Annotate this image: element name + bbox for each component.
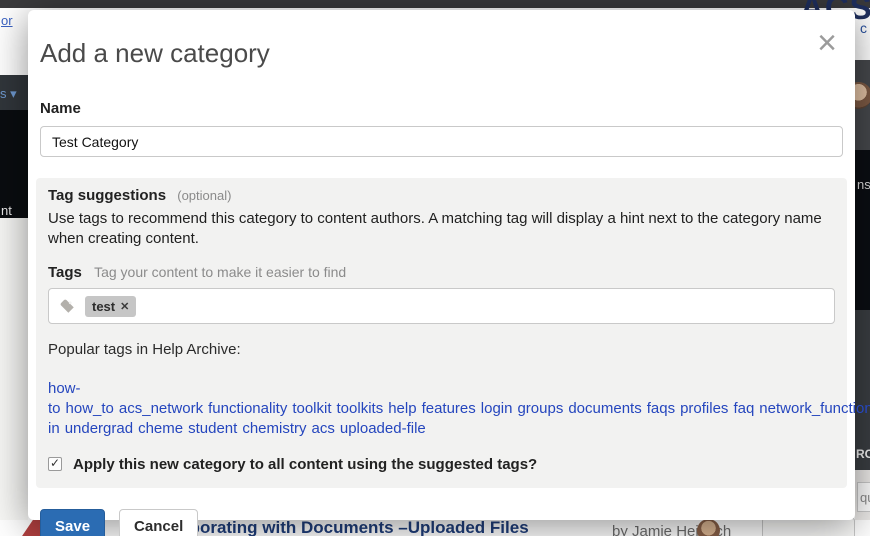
page-top-bar: [0, 0, 870, 8]
popular-tag-link[interactable]: how_to: [66, 400, 114, 417]
acs-logo-tagline-fragment: c: [860, 20, 867, 36]
popular-tag-link[interactable]: features: [422, 400, 476, 417]
popular-tag-link[interactable]: help: [388, 400, 416, 417]
page-hero-fragment-left: [0, 110, 28, 218]
tags-label: Tags: [48, 264, 82, 281]
tags-label-row: Tags Tag your content to make it easier …: [48, 264, 835, 281]
tags-input[interactable]: test ✕: [48, 288, 835, 324]
name-label: Name: [40, 100, 843, 117]
popular-tag-link[interactable]: functionality: [208, 400, 287, 417]
apply-checkbox-label: Apply this new category to all content u…: [73, 456, 537, 473]
header-link-fragment[interactable]: or: [1, 13, 13, 28]
popular-tag-link[interactable]: cheme: [138, 420, 183, 437]
popular-tag-link[interactable]: groups: [517, 400, 563, 417]
popular-tag-link[interactable]: toolkits: [337, 400, 384, 417]
tags-hint: Tag your content to make it easier to fi…: [94, 264, 346, 280]
tag-chip-label: test: [92, 299, 115, 314]
add-category-modal: × Add a new category Name Tag suggestion…: [28, 10, 855, 520]
tag-suggestions-heading-row: Tag suggestions (optional): [48, 187, 835, 204]
tag-chip[interactable]: test ✕: [85, 296, 136, 317]
tag-chip-list: test ✕: [85, 296, 136, 317]
search-input-text-fragment: qu: [860, 490, 870, 505]
popular-tags-heading: Popular tags in Help Archive:: [48, 341, 835, 358]
popular-tags-list: how-tohow_toacs_networkfunctionalitytool…: [48, 379, 835, 439]
apply-checkbox-row: Apply this new category to all content u…: [48, 456, 835, 473]
save-button[interactable]: Save: [40, 509, 105, 536]
page-band-fragment-right-3: [855, 310, 870, 470]
nav-dropdown-fragment[interactable]: s ▾: [0, 86, 17, 102]
popular-tag-link[interactable]: acs_network: [119, 400, 203, 417]
popular-tag-link[interactable]: faq: [733, 400, 754, 417]
page-body-fragment-left: [0, 218, 28, 536]
tag-icon: [58, 297, 76, 315]
category-name-input[interactable]: [40, 126, 843, 157]
page-band-fragment-right-2: [855, 150, 870, 310]
popular-tag-link[interactable]: profiles: [680, 400, 728, 417]
hero-text-fragment-right: ns: [857, 177, 870, 192]
popular-tag-link[interactable]: uploaded-file: [340, 420, 426, 437]
hero-text-fragment-left: nt: [1, 203, 12, 218]
popular-tag-link[interactable]: network_functionality: [759, 400, 870, 417]
optional-label: (optional): [177, 188, 231, 203]
popular-tag-link[interactable]: toolkit: [292, 400, 331, 417]
popular-tag-link[interactable]: student: [188, 420, 237, 437]
popular-tag-link[interactable]: login: [481, 400, 513, 417]
popular-tag-link[interactable]: faqs: [647, 400, 675, 417]
apply-checkbox[interactable]: [48, 457, 62, 471]
close-icon[interactable]: ×: [817, 30, 837, 56]
cancel-button[interactable]: Cancel: [119, 509, 198, 536]
popular-tag-link[interactable]: acs: [312, 420, 335, 437]
tag-suggestions-description: Use tags to recommend this category to c…: [48, 209, 835, 249]
search-button-fragment[interactable]: RCH: [856, 447, 870, 461]
popular-tag-link[interactable]: undergrad: [65, 420, 133, 437]
popular-tag-link[interactable]: documents: [568, 400, 641, 417]
modal-title: Add a new category: [40, 38, 843, 69]
popular-tag-link[interactable]: chemistry: [242, 420, 306, 437]
tag-suggestions-heading: Tag suggestions: [48, 187, 166, 204]
remove-tag-icon[interactable]: ✕: [120, 300, 129, 313]
modal-actions: Save Cancel: [40, 509, 843, 536]
tag-suggestions-panel: Tag suggestions (optional) Use tags to r…: [36, 178, 847, 488]
